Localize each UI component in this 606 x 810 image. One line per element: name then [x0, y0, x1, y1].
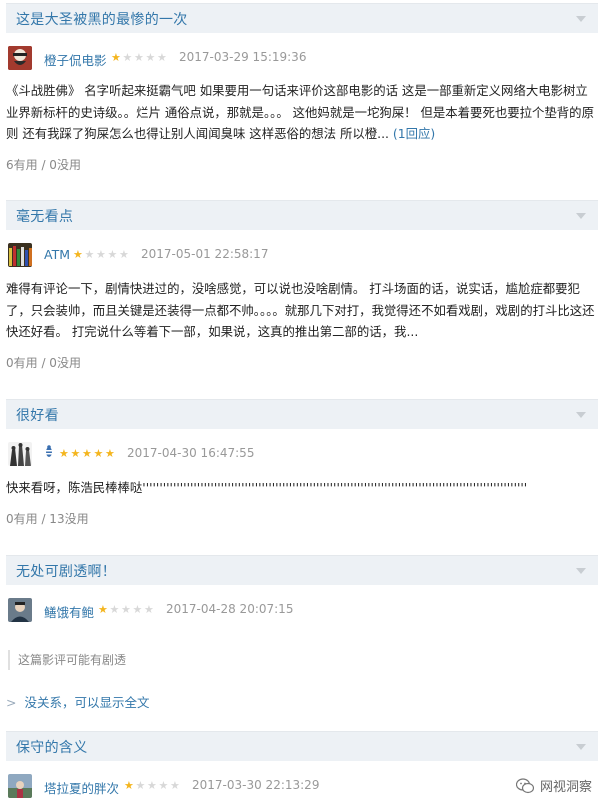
collapse-arrow-icon[interactable] [576, 568, 586, 574]
review-title-bar[interactable]: 保守的含义 [6, 731, 598, 761]
avatar[interactable] [8, 598, 32, 622]
review-text: 难得有评论一下，剧情快进过的，没啥感觉，可以说也没啥剧情。 打斗场面的话，说实话… [6, 281, 595, 339]
avatar[interactable] [8, 774, 32, 798]
show-full-text-link[interactable]: > 没关系，可以显示全文 [6, 692, 150, 711]
review-body: 难得有评论一下，剧情快进过的，没啥感觉，可以说也没啥剧情。 打斗场面的话，说实话… [6, 278, 598, 343]
star-filled-icon: ★ [73, 248, 83, 261]
author-name[interactable]: 橙子侃电影 [44, 50, 107, 69]
rating-stars: ★ ★ ★ ★ ★ [98, 604, 156, 616]
bee-icon-image [46, 445, 52, 457]
review-time: 2017-03-29 15:19:36 [179, 50, 307, 64]
chevron-right-icon: > [6, 695, 17, 710]
avatar[interactable] [8, 442, 32, 466]
star-empty-icon: ★ [158, 779, 169, 792]
star-filled-icon: ★ [59, 447, 69, 460]
vote-counts[interactable]: 0有用 / 0没用 [6, 354, 81, 371]
review-body: 《斗战胜佛》 名字听起来挺霸气吧 如果要用一句话来评价这部电影的话 这是一部重新… [6, 80, 598, 145]
review-title-bar[interactable]: 这是大圣被黑的最惨的一次 [6, 3, 598, 33]
rating-stars: ★ ★ ★ ★ ★ [59, 448, 117, 460]
author-name[interactable]: ATM [44, 247, 70, 262]
rating-stars: ★ ★ ★ ★ ★ [73, 249, 131, 261]
avatar[interactable] [8, 46, 32, 70]
star-empty-icon: ★ [134, 51, 144, 64]
star-filled-icon: ★ [98, 603, 108, 616]
collapse-arrow-icon[interactable] [576, 213, 586, 219]
star-empty-icon: ★ [107, 248, 118, 261]
review-title-bar[interactable]: 无处可剧透啊！ [6, 555, 598, 585]
avatar-image [8, 598, 32, 622]
star-filled-icon: ★ [111, 51, 121, 64]
star-filled-icon: ★ [124, 779, 134, 792]
review-text: 《斗战胜佛》 名字听起来挺霸气吧 如果要用一句话来评价这部电影的话 这是一部重新… [6, 83, 594, 141]
star-empty-icon: ★ [132, 603, 143, 616]
reply-count-link[interactable]: (1回应) [393, 126, 435, 141]
star-empty-icon: ★ [145, 51, 156, 64]
review-time: 2017-05-01 22:58:17 [141, 247, 269, 261]
star-empty-icon: ★ [119, 248, 129, 261]
avatar[interactable] [8, 243, 32, 267]
star-empty-icon: ★ [122, 51, 133, 64]
avatar-image [8, 243, 32, 267]
review-title[interactable]: 保守的含义 [16, 737, 88, 757]
bee-icon[interactable] [44, 445, 54, 461]
star-filled-icon: ★ [93, 447, 104, 460]
avatar-image [8, 774, 32, 798]
review-time: 2017-04-28 20:07:15 [166, 602, 294, 616]
wechat-icon [515, 777, 534, 793]
watermark: 网视洞察 [515, 776, 592, 795]
author-name[interactable]: 塔拉夏的胖次 [44, 778, 119, 797]
star-empty-icon: ★ [135, 779, 146, 792]
review-title-bar[interactable]: 毫无看点 [6, 200, 598, 230]
star-empty-icon: ★ [157, 51, 167, 64]
collapse-arrow-icon[interactable] [576, 412, 586, 418]
review-title[interactable]: 很好看 [16, 405, 59, 425]
author-name[interactable]: 鳝饿有鲍 [44, 602, 94, 621]
star-empty-icon: ★ [144, 603, 154, 616]
review-body: 快来看呀，陈浩民棒棒哒'''''''''''''''''''''''''''''… [6, 477, 526, 499]
review-title-bar[interactable]: 很好看 [6, 399, 598, 429]
review-time: 2017-03-30 22:13:29 [192, 778, 320, 792]
star-filled-icon: ★ [105, 447, 115, 460]
rating-stars: ★ ★ ★ ★ ★ [124, 780, 182, 792]
review-time: 2017-04-30 16:47:55 [127, 446, 255, 460]
vote-counts[interactable]: 0有用 / 13没用 [6, 510, 89, 527]
vote-counts[interactable]: 6有用 / 0没用 [6, 156, 81, 173]
avatar-image [8, 46, 32, 70]
star-empty-icon: ★ [84, 248, 95, 261]
review-title[interactable]: 这是大圣被黑的最惨的一次 [16, 9, 188, 29]
show-full-text-label: 没关系，可以显示全文 [24, 695, 150, 710]
review-title[interactable]: 毫无看点 [16, 206, 73, 226]
star-filled-icon: ★ [70, 447, 81, 460]
star-empty-icon: ★ [170, 779, 180, 792]
review-text: 快来看呀，陈浩民棒棒哒'''''''''''''''''''''''''''''… [6, 480, 526, 495]
star-empty-icon: ★ [121, 603, 131, 616]
star-empty-icon: ★ [96, 248, 106, 261]
watermark-text: 网视洞察 [539, 780, 592, 795]
spoiler-warning: 这篇影评可能有剧透 [8, 650, 126, 670]
avatar-image [8, 442, 32, 466]
star-empty-icon: ★ [109, 603, 120, 616]
star-empty-icon: ★ [147, 779, 157, 792]
star-filled-icon: ★ [82, 447, 92, 460]
collapse-arrow-icon[interactable] [576, 16, 586, 22]
review-title[interactable]: 无处可剧透啊！ [16, 561, 116, 581]
rating-stars: ★ ★ ★ ★ ★ [111, 52, 169, 64]
collapse-arrow-icon[interactable] [576, 744, 586, 750]
